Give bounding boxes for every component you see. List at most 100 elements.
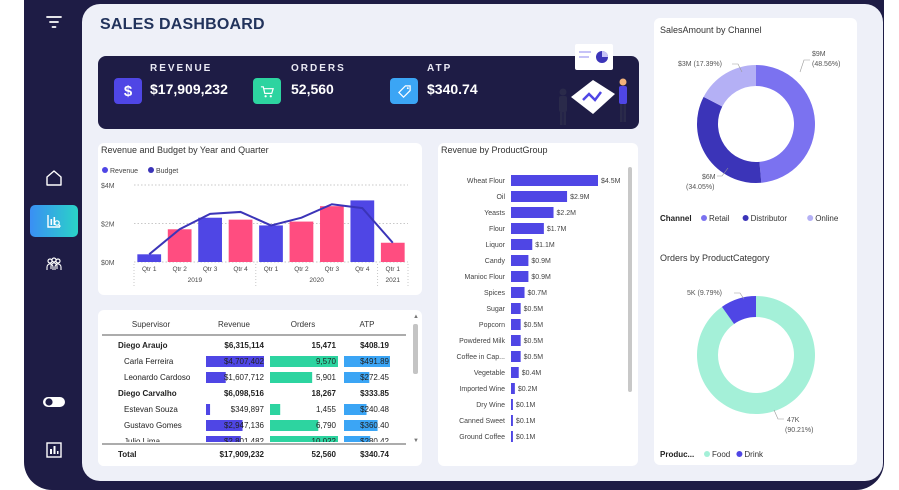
year-label: 2020 — [309, 277, 324, 284]
legend-label: Distributor — [751, 214, 788, 223]
value-bar — [511, 303, 521, 314]
slice-label: 47K — [787, 417, 800, 424]
category-label: Candy — [485, 258, 506, 265]
data-label: $0.7M — [528, 290, 548, 297]
cart-icon — [253, 78, 281, 104]
orders-cell: 5,901 — [316, 373, 337, 382]
tag-icon — [390, 78, 418, 104]
chart-title: SalesAmount by Channel — [660, 25, 762, 35]
data-label: $0.5M — [524, 306, 544, 313]
legend-marker — [701, 215, 707, 221]
category-label: Vegetable — [474, 370, 505, 377]
category-label: Wheat Flour — [467, 178, 506, 185]
orders-databar — [270, 420, 319, 431]
legend-label: Drink — [744, 450, 764, 459]
kpi-value: 52,560 — [291, 81, 334, 97]
revenue-cell: $6,098,516 — [224, 389, 265, 398]
chart-search-icon[interactable] — [30, 205, 78, 237]
value-bar — [511, 255, 529, 266]
slice-label: $6M — [702, 174, 716, 181]
value-bar — [511, 191, 568, 202]
scroll-up-icon[interactable]: ▲ — [413, 314, 419, 320]
atp-cell: $240.48 — [360, 405, 389, 414]
scroll-thumb[interactable] — [413, 324, 418, 374]
revenue-cell: $6,315,114 — [224, 341, 264, 350]
revenue-by-productgroup-card[interactable]: Revenue by ProductGroup Wheat Flour $4.5M… — [438, 143, 638, 466]
atp-cell: $491.89 — [360, 357, 389, 366]
category-label: Spices — [484, 290, 506, 297]
revenue-bar — [380, 242, 405, 262]
legend-marker — [807, 215, 814, 221]
supervisor-table-card[interactable]: Supervisor Revenue Orders ATP Diego Araujo $6… — [98, 310, 422, 466]
data-label: $0.5M — [524, 338, 544, 345]
legend-label: Retail — [709, 214, 730, 223]
legend-label: Online — [815, 214, 839, 223]
y-tick-label: $4M — [101, 183, 115, 190]
x-tick-label: Qtr 2 — [172, 266, 187, 273]
channel-donut-chart[interactable]: $9M (48.56%) $6M (34.05%) $3M (17.39%) Channe… — [654, 38, 857, 238]
value-bar — [511, 367, 519, 378]
revenue-databar — [206, 404, 211, 415]
value-bar — [511, 335, 521, 346]
x-tick-label: Qtr 1 — [142, 266, 157, 273]
orders-cell: 1,455 — [316, 405, 337, 414]
year-label: 2021 — [386, 277, 401, 284]
supervisor-name: Diego Carvalho — [118, 389, 177, 398]
slice-label: (48.56%) — [812, 61, 840, 68]
revenue-budget-chart: Revenue Budget $0M $2M $4M Qtr 1 Qtr 2 Qtr 3 Qtr… — [101, 167, 409, 288]
orders-cell: 18,267 — [312, 389, 337, 398]
value-bar — [511, 399, 513, 410]
slice-label: $9M — [812, 51, 826, 58]
revenue-cell: $2,947,136 — [224, 421, 265, 430]
orders-cell: 9,570 — [316, 357, 337, 366]
value-bar — [511, 271, 529, 282]
filter-menu-icon[interactable] — [38, 6, 70, 38]
kpi-value: $17,909,232 — [150, 81, 228, 97]
orders-databar — [270, 372, 313, 383]
x-tick-label: Qtr 1 — [386, 266, 401, 273]
data-label: $0.5M — [524, 354, 544, 361]
right-panel-card: SalesAmount by Channel $9M (48.56%) $6M (34… — [654, 18, 857, 465]
category-donut-chart[interactable]: 47K (90.21%) 5K (9.79%) Produc... Food Drink — [654, 268, 857, 463]
sidebar — [24, 0, 84, 490]
category-label: Coffee in Cap... — [456, 354, 505, 361]
value-bar — [511, 287, 525, 298]
kpi-value: $340.74 — [427, 81, 478, 97]
total-revenue: $17,909,232 — [220, 450, 265, 459]
category-label: Powdered Milk — [459, 338, 505, 345]
donut-slice — [756, 65, 815, 183]
revenue-cell: $349,897 — [231, 405, 265, 414]
atp-cell: $333.85 — [360, 389, 389, 398]
data-label: $0.1M — [516, 418, 536, 425]
kpi-label: ATP — [427, 63, 453, 74]
toggle-icon[interactable] — [38, 386, 70, 418]
report-icon[interactable] — [38, 434, 70, 466]
value-bar — [511, 223, 544, 234]
orders-cell: 6,790 — [316, 421, 337, 430]
kpi-banner: $ REVENUE $17,909,232 ORDERS 52,560 ATP … — [98, 44, 639, 129]
slice-label: (90.21%) — [785, 427, 813, 434]
donut-slice — [697, 96, 762, 183]
data-label: $0.2M — [518, 386, 538, 393]
value-bar — [511, 383, 515, 394]
scrollbar[interactable]: ▲ ▼ — [412, 314, 419, 464]
scroll-down-icon[interactable]: ▼ — [413, 438, 419, 444]
value-bar — [511, 351, 521, 362]
category-label: Liquor — [486, 242, 506, 249]
data-label: $0.1M — [516, 402, 536, 409]
home-icon[interactable] — [38, 162, 70, 194]
category-label: Canned Sweet — [459, 418, 505, 425]
value-bar — [511, 175, 598, 186]
legend-title: Channel — [660, 214, 692, 223]
supervisor-name: Estevan Souza — [124, 405, 178, 414]
people-icon[interactable] — [38, 248, 70, 280]
slice-label: $3M (17.39%) — [678, 61, 722, 68]
legend-revenue-marker — [102, 167, 108, 173]
scrollbar[interactable] — [628, 167, 632, 392]
total-label: Total — [118, 450, 137, 459]
page-title: SALES DASHBOARD — [100, 16, 265, 33]
column-header: Orders — [291, 320, 315, 329]
category-label: Yeasts — [484, 210, 505, 217]
revenue-budget-card[interactable]: Revenue and Budget by Year and Quarter R… — [98, 143, 422, 295]
kpi-label: ORDERS — [291, 63, 346, 74]
